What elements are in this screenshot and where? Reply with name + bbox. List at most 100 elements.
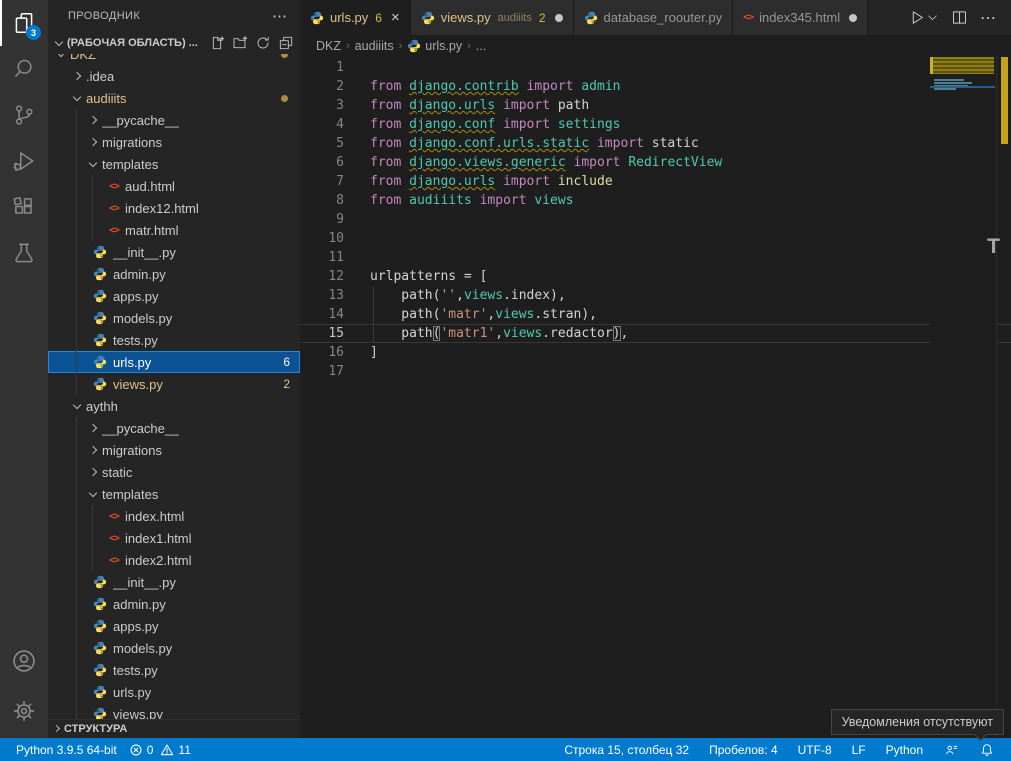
tree-item-tests-py[interactable]: tests.py — [48, 329, 300, 351]
tree-item-index2-html[interactable]: <>index2.html — [48, 549, 300, 571]
activity-account[interactable] — [0, 638, 48, 684]
line-number: 16 — [300, 343, 344, 362]
tree-item-admin-py[interactable]: admin.py — [48, 263, 300, 285]
tab-views-py[interactable]: views.pyaudiiits2 — [411, 0, 574, 35]
tree-item--init-py[interactable]: __init__.py — [48, 571, 300, 593]
status-right-item-2[interactable]: UTF-8 — [792, 743, 838, 757]
workspace-section-header[interactable]: (РАБОЧАЯ ОБЛАСТЬ) ... — [48, 31, 300, 54]
tree-item-index12-html[interactable]: <>index12.html — [48, 197, 300, 219]
tree-item-models-py[interactable]: models.py — [48, 307, 300, 329]
tree-item-urls-py[interactable]: urls.py 6 — [48, 351, 300, 373]
feedback-icon[interactable] — [937, 742, 965, 758]
chevron-right-icon — [68, 68, 85, 84]
line-number: 15 — [300, 324, 344, 343]
breadcrumb-item-0[interactable]: DKZ — [316, 39, 341, 53]
tree-item-index1-html[interactable]: <>index1.html — [48, 527, 300, 549]
collapse-all-icon[interactable] — [278, 35, 294, 51]
activity-explorer[interactable]: 3 — [0, 0, 48, 46]
tree-item-migrations[interactable]: migrations — [48, 131, 300, 153]
tab-urls-py[interactable]: urls.py6× — [300, 0, 411, 35]
tree-item-views-py[interactable]: views.py2 — [48, 373, 300, 395]
tree-item-label: apps.py — [113, 289, 159, 304]
run-debug-icon — [11, 148, 37, 174]
status-right-item-0[interactable]: Строка 15, столбец 32 — [558, 743, 695, 757]
tree-item-migrations[interactable]: migrations — [48, 439, 300, 461]
tree-item--idea[interactable]: .idea — [48, 65, 300, 87]
activity-search[interactable] — [0, 46, 48, 92]
dirty-dot-icon[interactable] — [849, 14, 857, 22]
breadcrumb-separator: › — [467, 40, 471, 52]
chevron-down-icon — [84, 486, 101, 502]
status-right-item-3[interactable]: LF — [846, 743, 872, 757]
tree-item-dkz[interactable]: DKZ — [48, 54, 300, 65]
html-icon: <> — [109, 533, 119, 544]
close-icon[interactable]: × — [391, 10, 400, 25]
chevron-down-icon — [84, 156, 101, 172]
tree-item-tests-py[interactable]: tests.py — [48, 659, 300, 681]
tab-database-roouter-py[interactable]: database_roouter.py — [574, 0, 734, 35]
scrollbar[interactable] — [996, 56, 1011, 738]
new-folder-icon[interactable] — [232, 35, 248, 51]
new-file-icon[interactable] — [209, 35, 225, 51]
sidebar-more-icon[interactable]: ⋯ — [272, 7, 288, 25]
split-editor-icon[interactable] — [951, 9, 968, 26]
python-interpreter-item[interactable]: Python 3.9.5 64-bit — [10, 743, 123, 757]
problems-badge: 6 — [283, 355, 290, 369]
activity-testing[interactable] — [0, 230, 48, 276]
overview-t-marker: T — [987, 235, 1000, 259]
tree-item-templates[interactable]: templates — [48, 483, 300, 505]
breadcrumb-item-3[interactable]: ... — [476, 39, 486, 53]
outline-section-header[interactable]: СТРУКТУРА — [48, 719, 300, 738]
tab-index345-html[interactable]: <>index345.html — [733, 0, 868, 35]
line-number: 7 — [300, 172, 344, 191]
tree-item-static[interactable]: static — [48, 461, 300, 483]
bell-icon[interactable] — [973, 742, 1001, 758]
tree-item-admin-py[interactable]: admin.py — [48, 593, 300, 615]
run-icon[interactable] — [909, 9, 939, 26]
code-editor[interactable]: 12from django.contrib import admin3from … — [300, 56, 1011, 738]
activity-run-debug[interactable] — [0, 138, 48, 184]
chevron-down-icon — [50, 35, 67, 51]
problems-item[interactable]: 0 11 — [123, 743, 197, 757]
tree-item-templates[interactable]: templates — [48, 153, 300, 175]
tree-item-views-py[interactable]: views.py — [48, 703, 300, 719]
tree-item--pycache-[interactable]: __pycache__ — [48, 417, 300, 439]
problems-badge: 2 — [283, 377, 290, 391]
tree-item-urls-py[interactable]: urls.py — [48, 681, 300, 703]
tab-bar: urls.py6×views.pyaudiiits2database_roout… — [300, 0, 1011, 35]
extensions-icon — [11, 194, 37, 220]
tree-item-aud-html[interactable]: <>aud.html — [48, 175, 300, 197]
dirty-dot-icon[interactable] — [555, 14, 563, 22]
tree-item-matr-html[interactable]: <>matr.html — [48, 219, 300, 241]
more-actions-icon[interactable]: ⋯ — [980, 8, 997, 28]
tree-item-apps-py[interactable]: apps.py — [48, 615, 300, 637]
tree-item--init-py[interactable]: __init__.py — [48, 241, 300, 263]
line-number: 2 — [300, 77, 344, 96]
python-icon — [93, 619, 113, 633]
modified-dot-badge — [281, 95, 288, 102]
tree-item-label: __init__.py — [113, 575, 176, 590]
status-right-item-4[interactable]: Python — [880, 743, 929, 757]
python-icon — [93, 663, 113, 677]
outline-section-label: СТРУКТУРА — [64, 723, 127, 735]
code-line: 17 — [300, 362, 1011, 381]
breadcrumb-item-2[interactable]: urls.py — [407, 39, 462, 53]
explorer-badge: 3 — [26, 25, 41, 40]
file-tree[interactable]: DKZ.ideaaudiiits__pycache__migrationstem… — [48, 54, 300, 719]
minimap[interactable] — [930, 56, 997, 738]
tree-item-aythh[interactable]: aythh — [48, 395, 300, 417]
tree-item-models-py[interactable]: models.py — [48, 637, 300, 659]
tree-item-index-html[interactable]: <>index.html — [48, 505, 300, 527]
breadcrumb-item-1[interactable]: audiiits — [355, 39, 394, 53]
tree-item--pycache-[interactable]: __pycache__ — [48, 109, 300, 131]
activity-source-control[interactable] — [0, 92, 48, 138]
status-right-item-1[interactable]: Пробелов: 4 — [703, 743, 784, 757]
activity-extensions[interactable] — [0, 184, 48, 230]
tree-item-audiiits[interactable]: audiiits — [48, 87, 300, 109]
activity-settings[interactable] — [0, 688, 48, 734]
status-right: Строка 15, столбец 32 Пробелов: 4 UTF-8 LF P… — [558, 742, 1001, 758]
tree-item-label: urls.py — [113, 355, 151, 370]
tree-item-apps-py[interactable]: apps.py — [48, 285, 300, 307]
editor-group: urls.py6×views.pyaudiiits2database_roout… — [300, 0, 1011, 738]
refresh-icon[interactable] — [255, 35, 271, 51]
